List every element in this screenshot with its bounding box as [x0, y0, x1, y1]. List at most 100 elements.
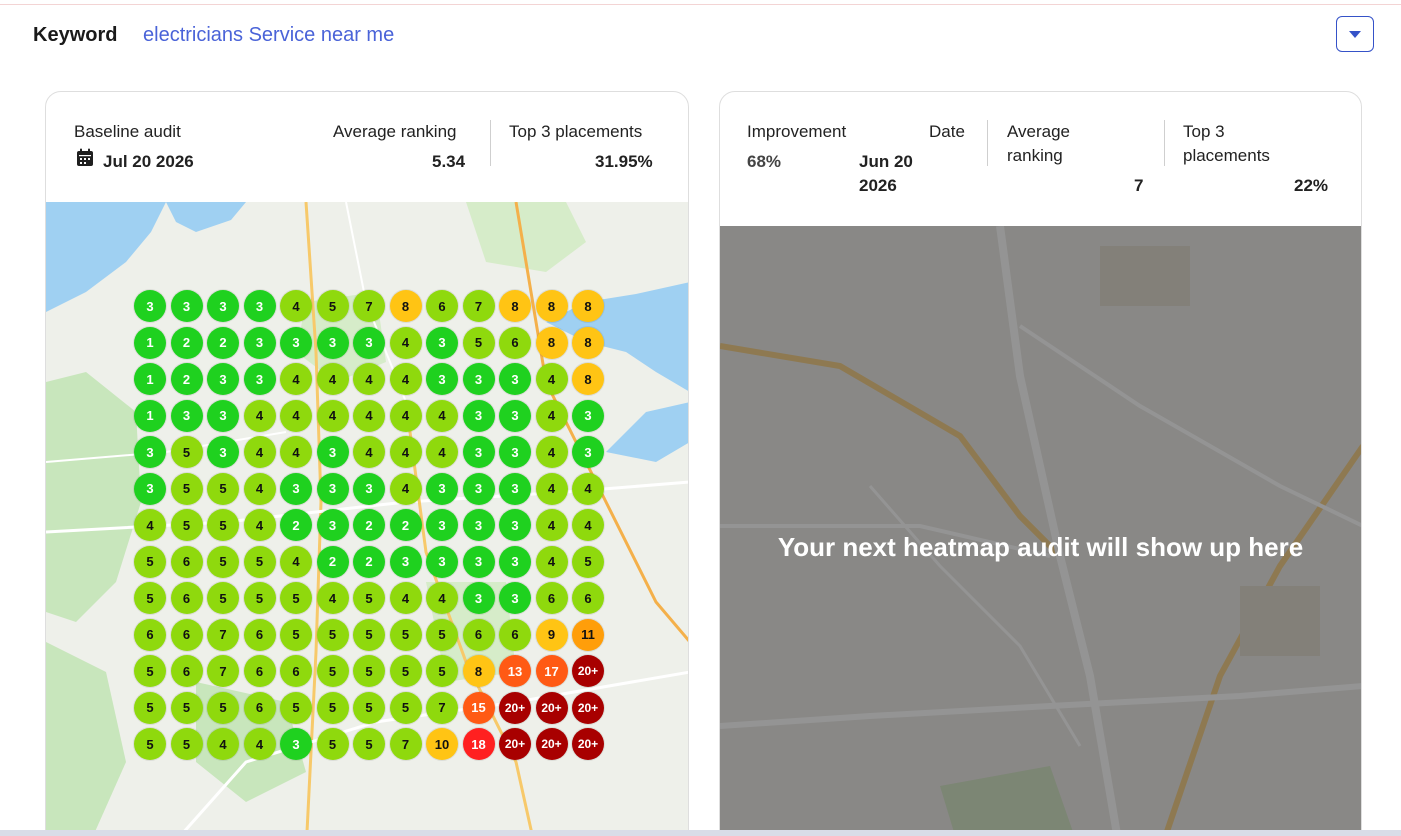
- heatmap-rank-dot[interactable]: 4: [535, 509, 568, 541]
- heatmap-rank-dot[interactable]: 5: [426, 618, 458, 651]
- heatmap-rank-dot[interactable]: 3: [499, 582, 531, 614]
- heatmap-rank-dot[interactable]: 4: [426, 582, 458, 614]
- heatmap-rank-dot[interactable]: 1: [134, 399, 166, 432]
- heatmap-rank-dot[interactable]: 4: [389, 399, 422, 432]
- heatmap-rank-dot[interactable]: 18: [462, 728, 495, 760]
- heatmap-rank-dot[interactable]: 3: [426, 326, 458, 359]
- heatmap-rank-dot[interactable]: 4: [535, 545, 568, 578]
- heatmap-rank-dot[interactable]: 5: [426, 655, 458, 687]
- heatmap-rank-dot[interactable]: 6: [243, 691, 276, 724]
- heatmap-rank-dot[interactable]: 4: [353, 363, 385, 395]
- heatmap-rank-dot[interactable]: 8: [572, 326, 604, 359]
- heatmap-rank-dot[interactable]: 5: [207, 582, 239, 614]
- heatmap-rank-dot[interactable]: 3: [353, 326, 385, 359]
- baseline-heatmap-map[interactable]: 3333457867888122333343568812334444333481…: [46, 202, 688, 836]
- heatmap-rank-dot[interactable]: 7: [426, 691, 458, 724]
- heatmap-rank-dot[interactable]: 20+: [499, 728, 531, 760]
- heatmap-rank-dot[interactable]: 6: [572, 582, 604, 614]
- heatmap-rank-dot[interactable]: 3: [462, 363, 495, 395]
- heatmap-rank-dot[interactable]: 3: [499, 399, 531, 432]
- heatmap-rank-dot[interactable]: 5: [134, 728, 166, 760]
- heatmap-rank-dot[interactable]: 5: [207, 545, 239, 578]
- heatmap-rank-dot[interactable]: 3: [207, 363, 239, 395]
- heatmap-rank-dot[interactable]: 4: [535, 472, 568, 505]
- heatmap-rank-dot[interactable]: 5: [207, 691, 239, 724]
- heatmap-rank-dot[interactable]: 5: [353, 655, 385, 687]
- heatmap-rank-dot[interactable]: 4: [316, 582, 349, 614]
- heatmap-rank-dot[interactable]: 4: [134, 509, 166, 541]
- heatmap-rank-dot[interactable]: 5: [170, 509, 203, 541]
- heatmap-rank-dot[interactable]: 5: [280, 691, 312, 724]
- heatmap-rank-dot[interactable]: 5: [207, 509, 239, 541]
- heatmap-rank-dot[interactable]: 7: [389, 728, 422, 760]
- heatmap-rank-dot[interactable]: 5: [353, 618, 385, 651]
- heatmap-rank-dot[interactable]: 3: [243, 363, 276, 395]
- heatmap-rank-dot[interactable]: 6: [426, 290, 458, 322]
- heatmap-rank-dot[interactable]: 4: [243, 472, 276, 505]
- heatmap-rank-dot[interactable]: 7: [353, 290, 385, 322]
- heatmap-rank-dot[interactable]: 4: [535, 363, 568, 395]
- heatmap-rank-dot[interactable]: 5: [134, 691, 166, 724]
- keyword-value[interactable]: electricians Service near me: [143, 24, 394, 47]
- heatmap-rank-dot[interactable]: 5: [243, 582, 276, 614]
- heatmap-rank-dot[interactable]: 3: [462, 582, 495, 614]
- heatmap-rank-dot[interactable]: 4: [353, 436, 385, 468]
- heatmap-rank-dot[interactable]: 20+: [572, 655, 604, 687]
- heatmap-rank-dot[interactable]: 4: [280, 399, 312, 432]
- heatmap-rank-dot[interactable]: 4: [572, 509, 604, 541]
- heatmap-rank-dot[interactable]: 3: [134, 290, 166, 322]
- heatmap-rank-dot[interactable]: 3: [280, 472, 312, 505]
- heatmap-rank-dot[interactable]: 2: [316, 545, 349, 578]
- heatmap-rank-dot[interactable]: 3: [572, 436, 604, 468]
- heatmap-rank-dot[interactable]: 3: [316, 509, 349, 541]
- heatmap-rank-dot[interactable]: 4: [389, 472, 422, 505]
- heatmap-rank-dot[interactable]: 8: [389, 290, 422, 322]
- heatmap-rank-dot[interactable]: 4: [243, 399, 276, 432]
- heatmap-rank-dot[interactable]: 4: [280, 363, 312, 395]
- heatmap-rank-dot[interactable]: 5: [572, 545, 604, 578]
- heatmap-rank-dot[interactable]: 4: [316, 363, 349, 395]
- heatmap-rank-dot[interactable]: 3: [316, 436, 349, 468]
- heatmap-rank-dot[interactable]: 10: [426, 728, 458, 760]
- heatmap-rank-dot[interactable]: 8: [535, 290, 568, 322]
- heatmap-rank-dot[interactable]: 20+: [535, 691, 568, 724]
- heatmap-rank-dot[interactable]: 5: [462, 326, 495, 359]
- heatmap-rank-dot[interactable]: 4: [389, 363, 422, 395]
- heatmap-rank-dot[interactable]: 6: [499, 618, 531, 651]
- heatmap-rank-dot[interactable]: 8: [499, 290, 531, 322]
- heatmap-rank-dot[interactable]: 5: [316, 691, 349, 724]
- heatmap-rank-dot[interactable]: 3: [316, 326, 349, 359]
- heatmap-rank-dot[interactable]: 4: [535, 399, 568, 432]
- heatmap-rank-dot[interactable]: 6: [134, 618, 166, 651]
- heatmap-rank-dot[interactable]: 4: [243, 509, 276, 541]
- heatmap-rank-dot[interactable]: 3: [462, 545, 495, 578]
- heatmap-rank-dot[interactable]: 5: [353, 728, 385, 760]
- heatmap-rank-dot[interactable]: 2: [170, 326, 203, 359]
- heatmap-rank-dot[interactable]: 6: [170, 655, 203, 687]
- heatmap-rank-dot[interactable]: 6: [170, 618, 203, 651]
- heatmap-rank-dot[interactable]: 2: [389, 509, 422, 541]
- heatmap-rank-dot[interactable]: 5: [170, 472, 203, 505]
- heatmap-rank-dot[interactable]: 8: [572, 290, 604, 322]
- heatmap-rank-dot[interactable]: 4: [243, 436, 276, 468]
- heatmap-rank-dot[interactable]: 3: [243, 326, 276, 359]
- heatmap-rank-dot[interactable]: 13: [499, 655, 531, 687]
- heatmap-rank-dot[interactable]: 3: [207, 290, 239, 322]
- heatmap-rank-dot[interactable]: 3: [134, 472, 166, 505]
- heatmap-rank-dot[interactable]: 4: [389, 326, 422, 359]
- heatmap-rank-dot[interactable]: 5: [389, 618, 422, 651]
- heatmap-rank-dot[interactable]: 20+: [572, 728, 604, 760]
- heatmap-rank-dot[interactable]: 3: [207, 399, 239, 432]
- heatmap-rank-dot[interactable]: 4: [316, 399, 349, 432]
- heatmap-rank-dot[interactable]: 5: [170, 691, 203, 724]
- heatmap-rank-dot[interactable]: 3: [462, 399, 495, 432]
- heatmap-rank-dot[interactable]: 5: [170, 436, 203, 468]
- heatmap-rank-dot[interactable]: 4: [389, 436, 422, 468]
- heatmap-rank-dot[interactable]: 2: [207, 326, 239, 359]
- heatmap-rank-dot[interactable]: 3: [426, 509, 458, 541]
- heatmap-rank-dot[interactable]: 5: [134, 655, 166, 687]
- heatmap-rank-dot[interactable]: 6: [170, 545, 203, 578]
- heatmap-rank-dot[interactable]: 5: [353, 691, 385, 724]
- heatmap-rank-dot[interactable]: 3: [280, 326, 312, 359]
- heatmap-rank-dot[interactable]: 6: [499, 326, 531, 359]
